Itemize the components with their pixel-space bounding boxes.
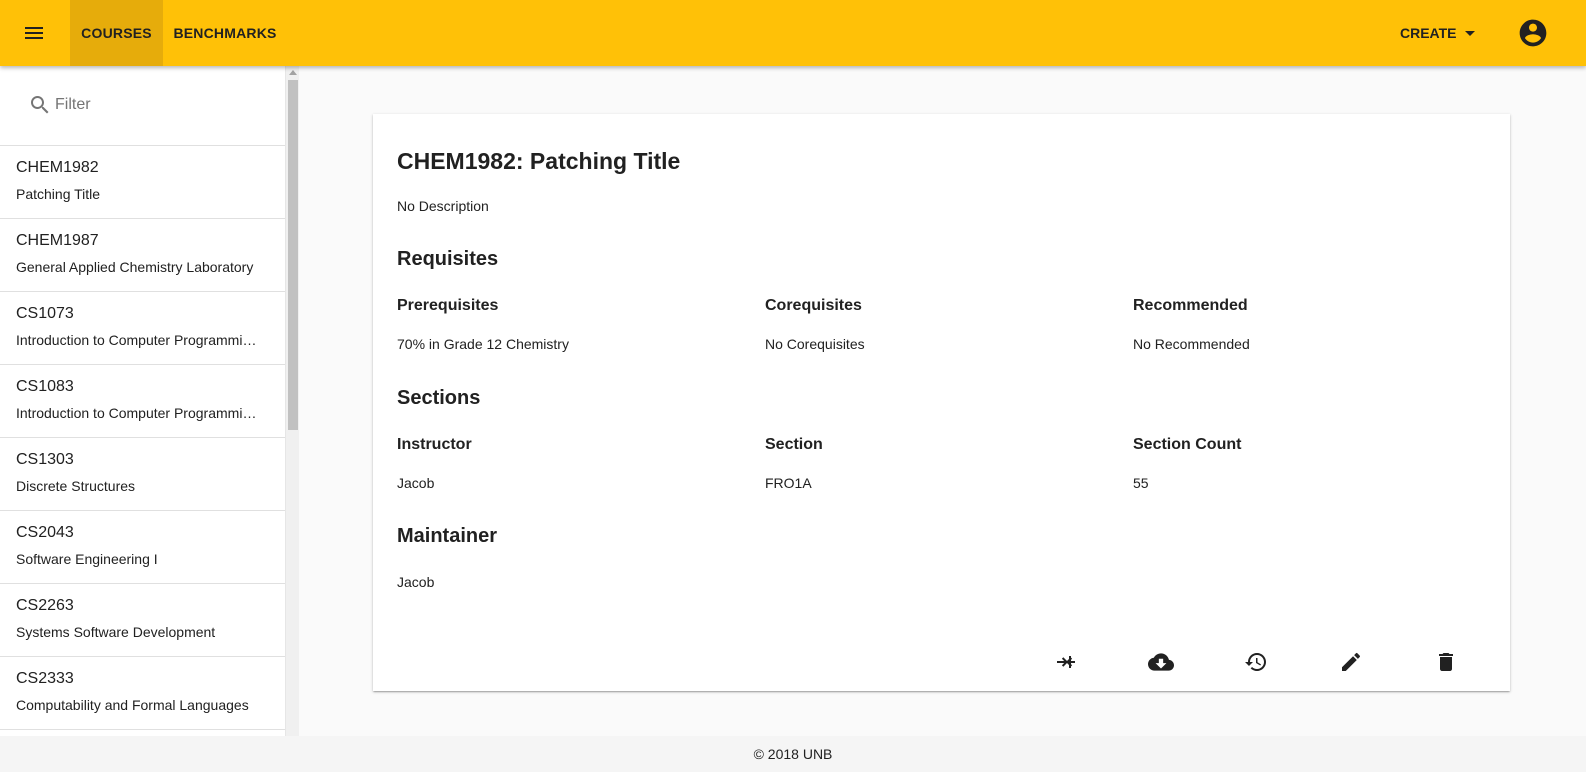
sidebar-scrollbar[interactable] [285,66,299,736]
corequisites-value: No Corequisites [765,336,865,352]
course-detail-card: CHEM1982: Patching Title No Description … [373,114,1510,691]
section-label: Section [765,436,823,453]
recommended-label: Recommended [1133,297,1248,314]
edit-icon [1342,652,1361,671]
create-label: CREATE [1400,25,1457,41]
course-title: CHEM1982: Patching Title [397,148,681,174]
recommended-value: No Recommended [1133,336,1250,352]
create-menu-button[interactable]: CREATE [1400,0,1475,66]
requisites-heading: Requisites [397,248,499,270]
course-list-item[interactable]: CS2333 Computability and Formal Language… [0,657,285,730]
course-code: CS1303 [16,451,74,468]
tab-benchmarks[interactable]: BENCHMARKS [163,0,287,66]
app-bar: COURSES BENCHMARKS CREATE [0,0,1586,66]
account-button[interactable] [1517,17,1549,49]
course-list: CHEM1982 Patching Title CHEM1987 General… [0,146,285,730]
course-name: Patching Title [16,186,101,202]
course-description: No Description [397,198,489,214]
course-code: CS1073 [16,305,74,322]
filter-input[interactable] [55,92,255,118]
tab-courses[interactable]: COURSES [70,0,163,66]
course-code: CHEM1982 [16,159,99,176]
course-list-item[interactable]: CS2263 Systems Software Development [0,584,285,657]
course-code: CS2263 [16,597,74,614]
section-value: FRO1A [765,475,812,491]
menu-button[interactable] [16,15,52,51]
compare-button[interactable] [1052,648,1080,676]
instructor-label: Instructor [397,436,472,453]
course-list-item[interactable]: CS1303 Discrete Structures [0,438,285,511]
search-icon [31,96,49,114]
course-name: General Applied Chemistry Laboratory [16,259,254,275]
course-name: Computability and Formal Languages [16,697,249,713]
section-count-label: Section Count [1133,436,1242,453]
sections-heading: Sections [397,387,481,409]
course-code: CS2333 [16,670,74,687]
footer: © 2018 UNB [0,736,1586,772]
course-list-item[interactable]: CS1083 Introduction to Computer Programm… [0,365,285,438]
main-content: CHEM1982: Patching Title No Description … [299,66,1586,736]
scroll-up-arrow-icon[interactable] [289,70,297,75]
course-list-item[interactable]: CS2043 Software Engineering I [0,511,285,584]
course-list-item[interactable]: CHEM1987 General Applied Chemistry Labor… [0,219,285,292]
delete-icon [1439,653,1453,671]
delete-button[interactable] [1432,648,1460,676]
footer-copyright: © 2018 UNB [753,746,833,762]
corequisites-label: Corequisites [765,297,862,314]
prerequisites-label: Prerequisites [397,297,499,314]
edit-button[interactable] [1337,648,1365,676]
course-name: Discrete Structures [16,478,136,494]
course-list-item[interactable]: CS1073 Introduction to Computer Programm… [0,292,285,365]
scrollbar-thumb[interactable] [288,80,298,430]
prerequisites-value: 70% in Grade 12 Chemistry [397,336,569,352]
course-list-item[interactable]: CHEM1982 Patching Title [0,146,285,219]
course-code: CS1083 [16,378,74,395]
filter-bar [0,66,285,146]
course-sidebar: CHEM1982 Patching Title CHEM1987 General… [0,66,285,736]
course-name: Systems Software Development [16,624,216,640]
section-count-value: 55 [1133,475,1149,491]
maintainer-value: Jacob [397,574,435,590]
compare-icon [1057,656,1075,668]
download-button[interactable] [1147,648,1175,676]
maintainer-heading: Maintainer [397,525,498,547]
cloud-download-icon [1148,653,1174,671]
account-circle-icon [1519,19,1547,47]
history-icon [1245,653,1266,671]
instructor-value: Jacob [397,475,435,491]
history-button[interactable] [1242,648,1270,676]
course-code: CS2043 [16,524,74,541]
caret-down-icon [1464,30,1475,36]
course-name: Software Engineering I [16,551,158,567]
course-name: Introduction to Computer Programming II [16,405,264,421]
course-name: Introduction to Computer Programming I [16,332,264,348]
menu-icon [25,27,43,39]
course-code: CHEM1987 [16,232,99,249]
